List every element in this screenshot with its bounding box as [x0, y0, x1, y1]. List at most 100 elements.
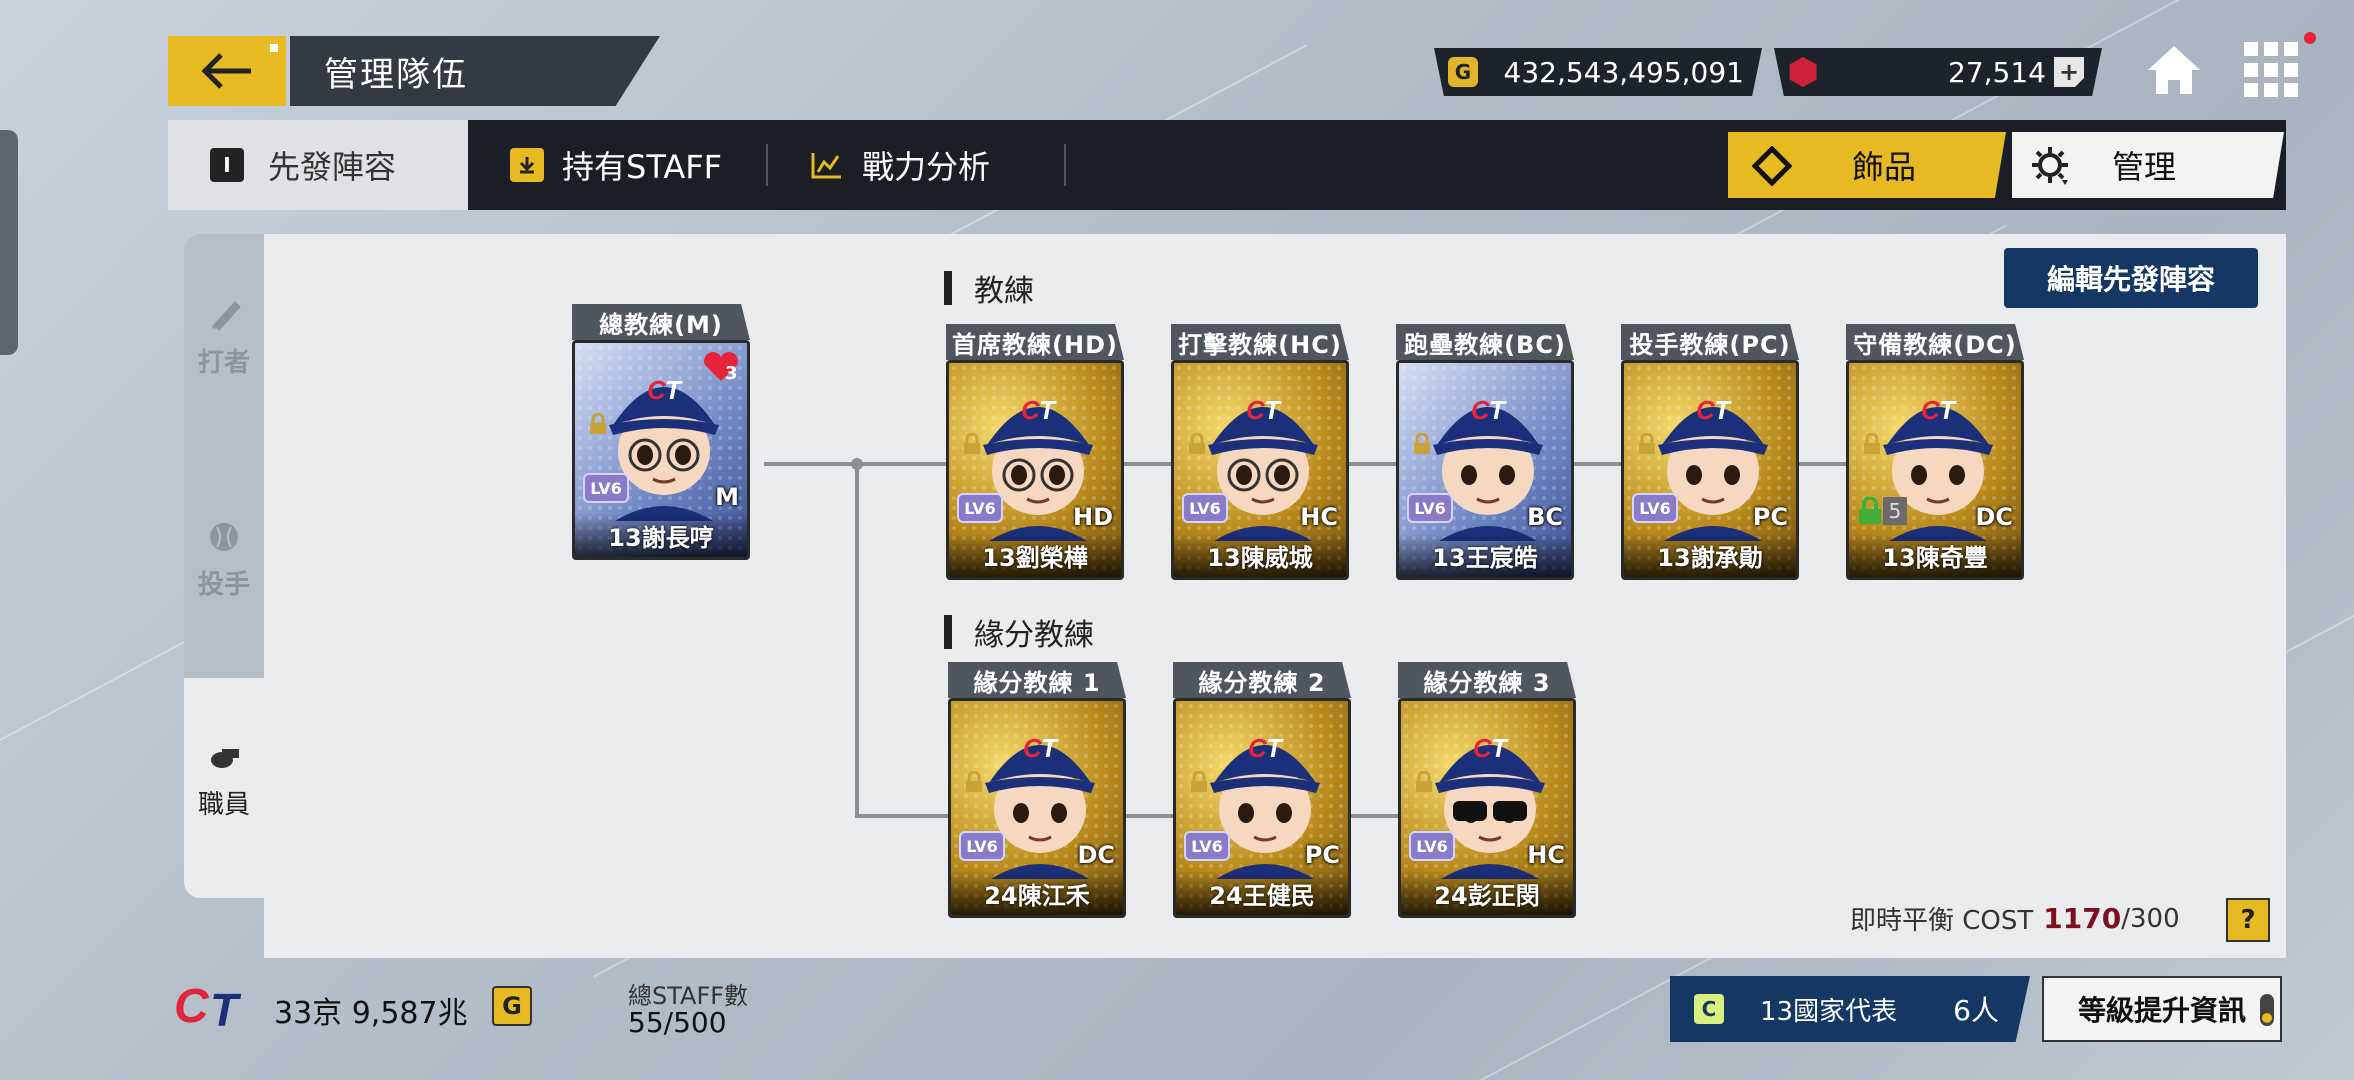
bond-coach-slot-1[interactable]: 緣分教練 1 LV6 DC 24陳江禾 — [948, 662, 1126, 918]
level-badge: LV6 — [583, 473, 629, 503]
staff-card[interactable]: LV6 HD 13劉榮樺 — [946, 360, 1124, 580]
gold-coin-icon: G — [1448, 57, 1478, 87]
role-tag: 首席教練(HD) — [946, 324, 1124, 360]
gold-currency: G 432,543,495,091 — [1434, 48, 1762, 96]
home-button[interactable] — [2142, 40, 2206, 100]
coach-slot-bc[interactable]: 跑壘教練(BC) LV6 BC 13王宸皓 — [1396, 324, 1574, 580]
role-tag: 緣分教練 2 — [1173, 662, 1351, 698]
lock-icon — [964, 433, 980, 454]
lock-icon — [1864, 433, 1880, 454]
level-badge: LV6 — [1184, 831, 1230, 861]
tab-bar: I 先發陣容 持有STAFF 戰力分析 飾品 管理 — [168, 120, 2286, 210]
svg-text:C: C — [174, 980, 210, 1033]
position-label: PC — [1752, 503, 1788, 531]
connector-line — [855, 462, 859, 818]
corner-dot — [270, 44, 278, 52]
role-tag: 跑壘教練(BC) — [1396, 324, 1574, 360]
position-label: HC — [1527, 841, 1565, 869]
cost-label: 即時平衡 COST — [1850, 906, 2034, 936]
heart-icon: 3 — [704, 352, 738, 384]
tab-analysis[interactable]: 戰力分析 — [810, 120, 990, 210]
national-team-label: 13國家代表 — [1760, 996, 1898, 1027]
manage-button[interactable]: 管理 — [2012, 132, 2284, 198]
staff-card[interactable]: LV6 HC 24彭正閔 — [1398, 698, 1576, 918]
staff-card[interactable]: LV6 DC 24陳江禾 — [948, 698, 1126, 918]
funds-coin-icon: G — [492, 986, 532, 1026]
staff-name: 24陳江禾 — [951, 871, 1123, 915]
level-lock-badge: 5 — [1857, 497, 1907, 525]
back-button[interactable] — [168, 36, 286, 106]
cost-current: 1170 — [2043, 902, 2122, 935]
coach-slot-dc[interactable]: 守備教練(DC) 5 DC 13陳奇豐 — [1846, 324, 2024, 580]
position-label: BC — [1527, 503, 1563, 531]
card-c-icon: C — [1694, 994, 1724, 1024]
staff-name: 24彭正閔 — [1401, 871, 1573, 915]
accessory-button[interactable]: 飾品 — [1728, 132, 2006, 198]
tab-divider — [1064, 144, 1066, 186]
side-drawer-handle[interactable] — [0, 130, 18, 355]
position-label: PC — [1304, 841, 1340, 869]
lock-icon — [1416, 771, 1432, 792]
staff-card[interactable]: LV6 BC 13王宸皓 — [1396, 360, 1574, 580]
level-badge: LV6 — [959, 831, 1005, 861]
level-badge: LV6 — [1182, 493, 1228, 523]
coach-slot-hd[interactable]: 首席教練(HD) LV6 HD 13劉榮樺 — [946, 324, 1124, 580]
tab-staff[interactable]: 持有STAFF — [510, 120, 722, 210]
manage-label: 管理 — [2112, 148, 2177, 186]
tab-divider — [766, 144, 768, 186]
tab-lineup[interactable]: I 先發陣容 — [168, 120, 468, 210]
national-team-button[interactable]: C 13國家代表 6人 — [1670, 976, 2030, 1042]
svg-text:3: 3 — [725, 363, 738, 384]
position-label: DC — [1077, 841, 1115, 869]
bat-icon — [211, 301, 241, 331]
staff-card[interactable]: 3 LV6 M 13謝長哼 — [572, 340, 750, 560]
baseball-icon — [210, 523, 238, 551]
upgrade-info-button[interactable]: 等級提升資訊 — [2042, 976, 2282, 1042]
download-icon — [510, 148, 544, 182]
staff-name: 13謝承勛 — [1624, 533, 1796, 577]
diamond-icon — [1752, 146, 1792, 186]
position-label: DC — [1975, 503, 2013, 531]
staff-card[interactable]: 5 DC 13陳奇豐 — [1846, 360, 2024, 580]
level-badge: LV6 — [1409, 831, 1455, 861]
position-label: HC — [1300, 503, 1338, 531]
edit-lineup-button[interactable]: 編輯先發陣容 — [2004, 248, 2258, 308]
staff-name: 24王健民 — [1176, 871, 1348, 915]
gear-icon — [2032, 147, 2068, 185]
manager-slot[interactable]: 總教練(M) 3 LV6 M 13謝長哼 — [572, 304, 750, 560]
national-team-count: 6人 — [1953, 994, 1999, 1027]
section-title-bond: 緣分教練 — [944, 610, 1094, 654]
coach-slot-hc[interactable]: 打擊教練(HC) LV6 HC 13陳威城 — [1171, 324, 1349, 580]
staff-count-value: 55/500 — [628, 1006, 727, 1039]
home-icon — [2148, 46, 2200, 94]
side-label-pitcher: 投手 — [197, 570, 250, 600]
coach-slot-pc[interactable]: 投手教練(PC) LV6 PC 13謝承勛 — [1621, 324, 1799, 580]
position-label: M — [715, 483, 739, 511]
side-item-staff[interactable]: 職員 — [184, 678, 264, 898]
staff-name: 13陳奇豐 — [1849, 533, 2021, 577]
staff-card[interactable]: LV6 PC 13謝承勛 — [1621, 360, 1799, 580]
whistle-icon — [211, 749, 239, 768]
bond-coach-slot-3[interactable]: 緣分教練 3 LV6 HC 24彭正閔 — [1398, 662, 1576, 918]
section-title-coaches: 教練 — [944, 266, 1034, 310]
side-item-batter[interactable]: 打者 — [184, 298, 264, 379]
bond-coach-slot-2[interactable]: 緣分教練 2 LV6 PC 24王健民 — [1173, 662, 1351, 918]
add-ruby-button[interactable]: + — [2054, 57, 2084, 87]
menu-grid-button[interactable] — [2244, 42, 2300, 98]
role-tag: 緣分教練 1 — [948, 662, 1126, 698]
lock-icon — [1414, 433, 1430, 454]
tab-staff-label: 持有STAFF — [562, 148, 723, 186]
cost-max: /300 — [2121, 903, 2180, 934]
help-button[interactable]: ? — [2226, 898, 2270, 942]
lock-icon — [966, 771, 982, 792]
ruby-icon — [1789, 57, 1817, 87]
back-arrow-icon — [201, 53, 251, 89]
ruby-currency: 27,514 + — [1774, 48, 2102, 96]
staff-card[interactable]: LV6 PC 24王健民 — [1173, 698, 1351, 918]
lock-icon — [590, 413, 606, 434]
staff-card[interactable]: LV6 HC 13陳威城 — [1171, 360, 1349, 580]
staff-name: 13陳威城 — [1174, 533, 1346, 577]
lock-icon — [1191, 771, 1207, 792]
connector-node — [851, 458, 863, 470]
side-item-pitcher[interactable]: 投手 — [184, 520, 264, 601]
